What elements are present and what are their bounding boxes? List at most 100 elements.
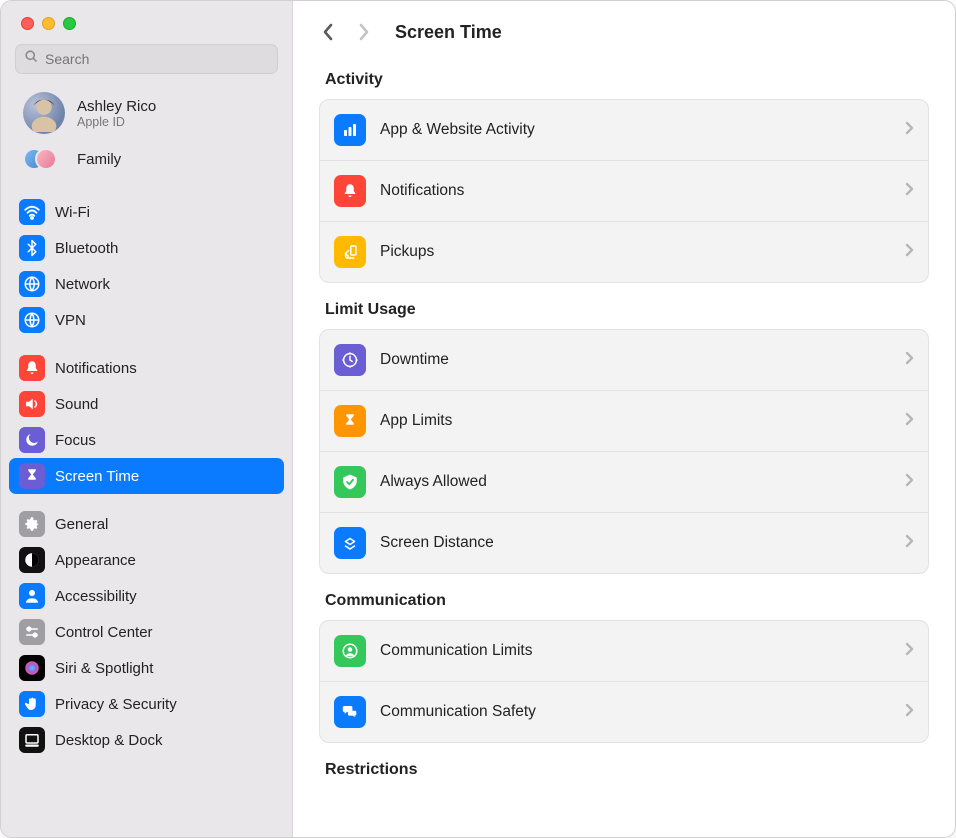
appearance-icon xyxy=(19,547,45,573)
chevron-right-icon xyxy=(905,534,914,553)
main-panel: Screen Time ActivityApp & Website Activi… xyxy=(293,1,955,837)
account-name: Ashley Rico xyxy=(77,98,156,115)
hourglass-icon xyxy=(334,405,366,437)
person-icon xyxy=(19,583,45,609)
sidebar-item-bluetooth[interactable]: Bluetooth xyxy=(9,230,284,266)
chevron-right-icon xyxy=(905,412,914,431)
search-container xyxy=(1,44,292,84)
sidebar-item-controlcenter[interactable]: Control Center xyxy=(9,614,284,650)
row-activity[interactable]: App & Website Activity xyxy=(320,100,928,161)
row-commsafe[interactable]: Communication Safety xyxy=(320,682,928,742)
settings-window: Ashley Rico Apple ID Family Wi-Fi Bluetoo… xyxy=(0,0,956,838)
sidebar-item-label: General xyxy=(55,516,108,533)
row-pickups[interactable]: Pickups xyxy=(320,222,928,282)
close-window-button[interactable] xyxy=(21,17,34,30)
bars-icon xyxy=(334,114,366,146)
window-controls xyxy=(1,7,292,44)
row-label: Communication Safety xyxy=(380,703,891,721)
chevron-right-icon xyxy=(905,182,914,201)
sidebar-item-network[interactable]: Network xyxy=(9,266,284,302)
row-downtime[interactable]: Downtime xyxy=(320,330,928,391)
chevron-right-icon xyxy=(905,642,914,661)
apple-id-row[interactable]: Ashley Rico Apple ID xyxy=(1,84,292,140)
chevron-right-icon xyxy=(905,243,914,262)
sidebar-item-vpn[interactable]: VPN xyxy=(9,302,284,338)
sidebar-item-label: Siri & Spotlight xyxy=(55,660,153,677)
row-label: Pickups xyxy=(380,243,891,261)
wifi-icon xyxy=(19,199,45,225)
section-card: Downtime App Limits Always Allowed Screen D… xyxy=(319,329,929,574)
back-button[interactable] xyxy=(313,15,343,49)
row-label: Notifications xyxy=(380,182,891,200)
search-field[interactable] xyxy=(15,44,278,74)
hourglass-icon xyxy=(19,463,45,489)
row-commlimits[interactable]: Communication Limits xyxy=(320,621,928,682)
section-title-communication: Communication xyxy=(319,574,929,620)
dock-icon xyxy=(19,727,45,753)
row-applimits[interactable]: App Limits xyxy=(320,391,928,452)
row-label: Downtime xyxy=(380,351,891,369)
sidebar-item-appearance[interactable]: Appearance xyxy=(9,542,284,578)
pickup-icon xyxy=(334,236,366,268)
zoom-window-button[interactable] xyxy=(63,17,76,30)
sidebar-item-label: Bluetooth xyxy=(55,240,118,257)
sidebar-item-screentime[interactable]: Screen Time xyxy=(9,458,284,494)
sidebar-item-desktop[interactable]: Desktop & Dock xyxy=(9,722,284,758)
sidebar-item-siri[interactable]: Siri & Spotlight xyxy=(9,650,284,686)
moon-icon xyxy=(19,427,45,453)
siri-icon xyxy=(19,655,45,681)
sidebar-item-label: Privacy & Security xyxy=(55,696,177,713)
distance-icon xyxy=(334,527,366,559)
family-row[interactable]: Family xyxy=(1,140,292,182)
bubbles-icon xyxy=(334,696,366,728)
sidebar-item-label: Screen Time xyxy=(55,468,139,485)
section-title-limit-usage: Limit Usage xyxy=(319,283,929,329)
bluetooth-icon xyxy=(19,235,45,261)
sidebar-item-label: Focus xyxy=(55,432,96,449)
sidebar-item-notifications[interactable]: Notifications xyxy=(9,350,284,386)
main-body: ActivityApp & Website ActivityNotificati… xyxy=(293,55,955,837)
section-card: App & Website Activity Notifications Picku… xyxy=(319,99,929,283)
sidebar-item-wifi[interactable]: Wi-Fi xyxy=(9,194,284,230)
chevron-right-icon xyxy=(905,473,914,492)
row-label: Always Allowed xyxy=(380,473,891,491)
sidebar-item-label: Control Center xyxy=(55,624,153,641)
switches-icon xyxy=(19,619,45,645)
minimize-window-button[interactable] xyxy=(42,17,55,30)
bell-icon xyxy=(19,355,45,381)
family-icon xyxy=(23,146,65,172)
sidebar-nav: Wi-Fi Bluetooth NetworkVPN Notifications Sou… xyxy=(1,194,292,758)
sidebar-item-focus[interactable]: Focus xyxy=(9,422,284,458)
chevron-right-icon xyxy=(905,121,914,140)
hand-icon xyxy=(19,691,45,717)
sidebar-item-label: Appearance xyxy=(55,552,136,569)
section-title-restrictions: Restrictions xyxy=(319,743,929,789)
row-label: App Limits xyxy=(380,412,891,430)
forward-button[interactable] xyxy=(349,15,379,49)
chevron-right-icon xyxy=(905,351,914,370)
row-label: App & Website Activity xyxy=(380,121,891,139)
row-notifs[interactable]: Notifications xyxy=(320,161,928,222)
check-icon xyxy=(334,466,366,498)
sidebar: Ashley Rico Apple ID Family Wi-Fi Bluetoo… xyxy=(1,1,293,837)
search-input[interactable] xyxy=(45,51,269,67)
sidebar-item-label: Accessibility xyxy=(55,588,137,605)
main-header: Screen Time xyxy=(293,1,955,55)
vpn-icon xyxy=(19,307,45,333)
personcircle-icon xyxy=(334,635,366,667)
family-label: Family xyxy=(77,151,121,168)
sidebar-item-sound[interactable]: Sound xyxy=(9,386,284,422)
sidebar-item-privacy[interactable]: Privacy & Security xyxy=(9,686,284,722)
sidebar-item-general[interactable]: General xyxy=(9,506,284,542)
row-allowed[interactable]: Always Allowed xyxy=(320,452,928,513)
chevron-right-icon xyxy=(905,703,914,722)
sidebar-item-label: Sound xyxy=(55,396,98,413)
globe-icon xyxy=(19,271,45,297)
row-label: Screen Distance xyxy=(380,534,891,552)
row-distance[interactable]: Screen Distance xyxy=(320,513,928,573)
page-title: Screen Time xyxy=(395,22,502,43)
sidebar-item-accessibility[interactable]: Accessibility xyxy=(9,578,284,614)
sidebar-item-label: Notifications xyxy=(55,360,137,377)
sidebar-scroll: Ashley Rico Apple ID Family Wi-Fi Bluetoo… xyxy=(1,84,292,837)
sidebar-item-label: Wi-Fi xyxy=(55,204,90,221)
